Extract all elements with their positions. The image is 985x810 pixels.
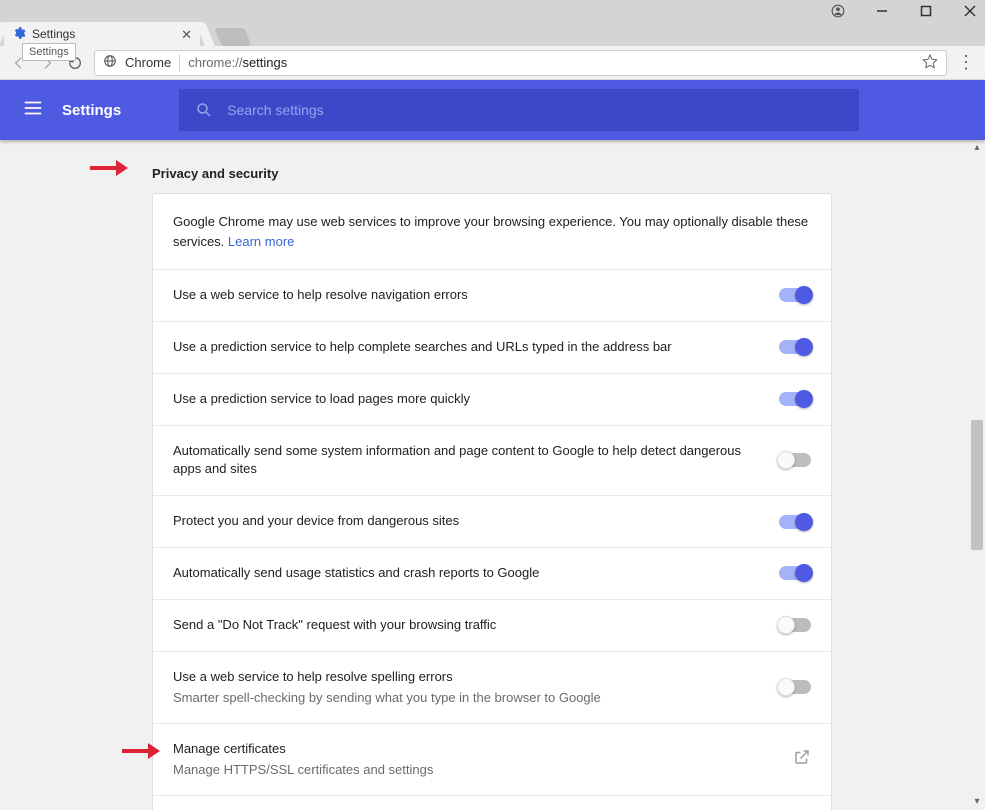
row-sublabel: Manage HTTPS/SSL certificates and settin… <box>173 761 777 779</box>
toggle-switch[interactable] <box>779 566 811 580</box>
row-label: Send a "Do Not Track" request with your … <box>173 616 763 635</box>
annotation-arrow-icon <box>90 160 128 176</box>
settings-content: Privacy and security Google Chrome may u… <box>0 140 969 810</box>
new-tab-button[interactable] <box>214 28 251 46</box>
toggle-switch[interactable] <box>779 288 811 302</box>
omnibox-separator <box>179 54 180 72</box>
account-icon[interactable] <box>829 2 847 20</box>
toggle-switch[interactable] <box>779 515 811 529</box>
settings-row[interactable]: Content settingsControl what information… <box>153 796 831 810</box>
omnibox-url: chrome://settings <box>188 55 287 70</box>
search-settings[interactable] <box>179 89 859 131</box>
tab-title: Settings <box>32 27 75 41</box>
settings-row[interactable]: Manage certificates Manage HTTPS/SSL cert… <box>153 724 831 796</box>
tab-tooltip: Settings <box>22 43 76 61</box>
minimize-icon[interactable] <box>873 2 891 20</box>
row-label: Protect you and your device from dangero… <box>173 512 763 531</box>
menu-icon[interactable] <box>22 97 44 124</box>
scroll-up-icon[interactable]: ▴ <box>969 140 985 156</box>
settings-header: Settings <box>0 80 985 140</box>
toggle-switch[interactable] <box>779 340 811 354</box>
search-icon <box>195 101 213 119</box>
toggle-switch[interactable] <box>779 618 811 632</box>
gear-icon <box>12 26 26 43</box>
bookmark-star-icon[interactable] <box>922 53 938 72</box>
scroll-down-icon[interactable]: ▾ <box>969 794 985 810</box>
scroll-thumb[interactable] <box>971 420 983 550</box>
toggle-switch[interactable] <box>779 680 811 694</box>
privacy-intro: Google Chrome may use web services to im… <box>153 194 831 270</box>
page-title: Settings <box>62 102 121 119</box>
row-text: Automatically send some system informati… <box>173 442 763 480</box>
row-label: Automatically send some system informati… <box>173 442 763 480</box>
chrome-menu-icon[interactable]: ⋮ <box>957 52 975 73</box>
row-text: Send a "Do Not Track" request with your … <box>173 616 763 635</box>
settings-row: Use a prediction service to load pages m… <box>153 374 831 426</box>
omnibox-origin: Chrome <box>125 55 171 70</box>
privacy-card: Google Chrome may use web services to im… <box>152 193 832 810</box>
row-sublabel: Smarter spell-checking by sending what y… <box>173 689 763 707</box>
row-label: Automatically send usage statistics and … <box>173 564 763 583</box>
site-info-icon[interactable] <box>103 54 117 71</box>
row-text: Manage certificates Manage HTTPS/SSL cert… <box>173 740 777 779</box>
row-label: Use a web service to help resolve spelli… <box>173 668 763 687</box>
annotation-arrow-icon <box>122 743 160 759</box>
row-label: Use a web service to help resolve naviga… <box>173 286 763 305</box>
row-text: Use a prediction service to load pages m… <box>173 390 763 409</box>
settings-row: Use a prediction service to help complet… <box>153 322 831 374</box>
omnibox[interactable]: Chrome chrome://settings <box>94 50 947 76</box>
row-text: Use a web service to help resolve naviga… <box>173 286 763 305</box>
row-label: Use a prediction service to load pages m… <box>173 390 763 409</box>
row-text: Protect you and your device from dangero… <box>173 512 763 531</box>
settings-row: Use a web service to help resolve spelli… <box>153 652 831 724</box>
tabstrip: Settings ✕ <box>0 22 985 46</box>
search-input[interactable] <box>227 102 843 118</box>
toggle-switch[interactable] <box>779 453 811 467</box>
learn-more-link[interactable]: Learn more <box>228 234 294 249</box>
window-close-icon[interactable] <box>961 2 979 20</box>
browser-toolbar: Chrome chrome://settings ⋮ <box>0 46 985 80</box>
row-text: Automatically send usage statistics and … <box>173 564 763 583</box>
section-title-privacy: Privacy and security <box>152 166 969 181</box>
settings-row: Use a web service to help resolve naviga… <box>153 270 831 322</box>
row-label: Use a prediction service to help complet… <box>173 338 763 357</box>
os-titlebar <box>0 0 985 22</box>
settings-row: Automatically send some system informati… <box>153 426 831 497</box>
maximize-icon[interactable] <box>917 2 935 20</box>
settings-row: Protect you and your device from dangero… <box>153 496 831 548</box>
row-label: Manage certificates <box>173 740 777 759</box>
settings-row: Send a "Do Not Track" request with your … <box>153 600 831 652</box>
row-text: Use a prediction service to help complet… <box>173 338 763 357</box>
tab-close-icon[interactable]: ✕ <box>181 28 192 41</box>
toggle-switch[interactable] <box>779 392 811 406</box>
settings-row: Automatically send usage statistics and … <box>153 548 831 600</box>
vertical-scrollbar[interactable]: ▴ ▾ <box>969 140 985 810</box>
row-text: Use a web service to help resolve spelli… <box>173 668 763 707</box>
external-link-icon[interactable] <box>793 748 811 771</box>
